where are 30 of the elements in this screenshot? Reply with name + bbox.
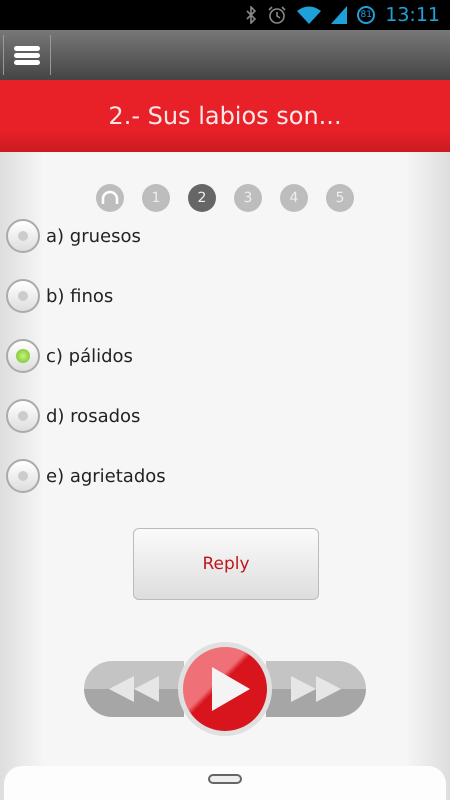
bottom-drawer[interactable] [4,766,446,800]
play-icon [210,667,250,711]
option-label[interactable]: c) pálidos [46,346,133,366]
option-label[interactable]: e) agrietados [46,466,166,486]
fast-forward-icon [291,676,341,702]
signal-icon [331,6,348,24]
rewind-button[interactable] [84,661,184,717]
drawer-handle-icon [208,774,242,784]
clock-time: 13:11 [385,4,440,26]
radio-button[interactable] [6,219,40,253]
battery-level: 81 [357,6,376,24]
menu-button[interactable] [3,35,51,75]
option-label[interactable]: b) finos [46,286,114,306]
headphones-icon [101,190,119,206]
forward-button[interactable] [266,661,366,717]
option-label[interactable]: a) gruesos [46,226,141,246]
reply-button[interactable]: Reply [133,528,319,600]
option-label[interactable]: d) rosados [46,406,140,426]
step-button[interactable]: 2 [188,184,216,212]
question-title: 2.- Sus labios son... [108,102,342,130]
radio-button[interactable] [6,339,40,373]
alarm-clock-icon [267,5,288,25]
radio-button[interactable] [6,279,40,313]
radio-button[interactable] [6,399,40,433]
rewind-icon [109,676,159,702]
wifi-icon [297,6,322,24]
bluetooth-icon [245,6,258,24]
menu-icon [14,45,40,65]
audio-step[interactable] [96,184,124,212]
radio-button[interactable] [6,459,40,493]
